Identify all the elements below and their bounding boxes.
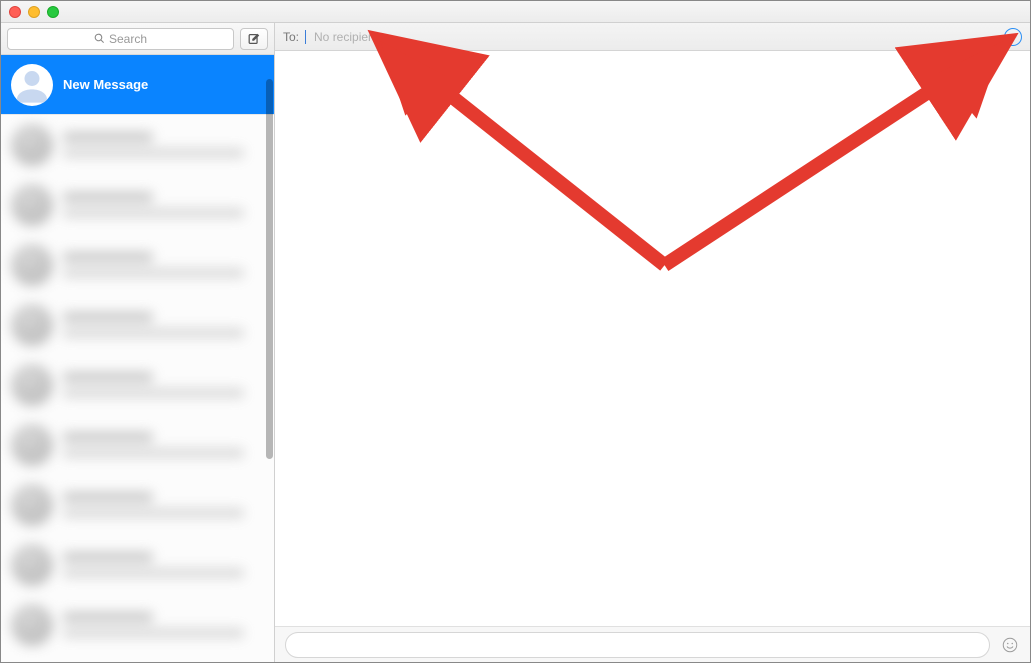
search-placeholder: Search <box>109 32 147 46</box>
conversation-item-redacted[interactable] <box>1 535 274 595</box>
conversation-item-redacted[interactable] <box>1 175 274 235</box>
messages-window: Search New Message <box>0 0 1031 663</box>
message-input-bar <box>275 626 1030 662</box>
conversation-text: New Message <box>63 77 264 92</box>
main-pane: To: + <box>275 23 1030 662</box>
to-label: To: <box>283 30 299 44</box>
conversation-item-redacted[interactable] <box>1 355 274 415</box>
recipient-input[interactable] <box>314 30 998 44</box>
conversation-item-redacted[interactable] <box>1 295 274 355</box>
conversation-item-redacted[interactable] <box>1 415 274 475</box>
emoji-button[interactable] <box>1000 635 1020 655</box>
plus-icon: + <box>1009 30 1017 43</box>
conversation-item-redacted[interactable] <box>1 235 274 295</box>
conversation-item-redacted[interactable] <box>1 595 274 655</box>
avatar <box>11 64 53 106</box>
text-cursor <box>305 30 306 44</box>
message-input[interactable] <box>285 632 990 658</box>
conversations-sidebar: Search New Message <box>1 23 275 662</box>
conversation-item-new-message[interactable]: New Message <box>1 55 274 115</box>
search-icon <box>94 33 105 44</box>
traffic-light-zoom[interactable] <box>47 6 59 18</box>
person-icon <box>12 66 52 106</box>
conversation-title: New Message <box>63 77 264 92</box>
sidebar-toolbar: Search <box>1 23 274 55</box>
content-area: Search New Message <box>1 23 1030 662</box>
search-input[interactable]: Search <box>7 28 234 50</box>
conversation-body <box>275 51 1030 626</box>
sidebar-scrollbar[interactable] <box>266 79 273 459</box>
add-contact-button[interactable]: + <box>1004 28 1022 46</box>
conversation-item-redacted[interactable] <box>1 475 274 535</box>
window-titlebar <box>1 1 1030 23</box>
recipient-bar: To: + <box>275 23 1030 51</box>
smiley-icon <box>1001 636 1019 654</box>
conversation-item-redacted[interactable] <box>1 115 274 175</box>
compose-button[interactable] <box>240 28 268 50</box>
traffic-light-close[interactable] <box>9 6 21 18</box>
compose-icon <box>247 32 261 46</box>
conversation-list[interactable]: New Message <box>1 55 274 662</box>
traffic-light-minimize[interactable] <box>28 6 40 18</box>
